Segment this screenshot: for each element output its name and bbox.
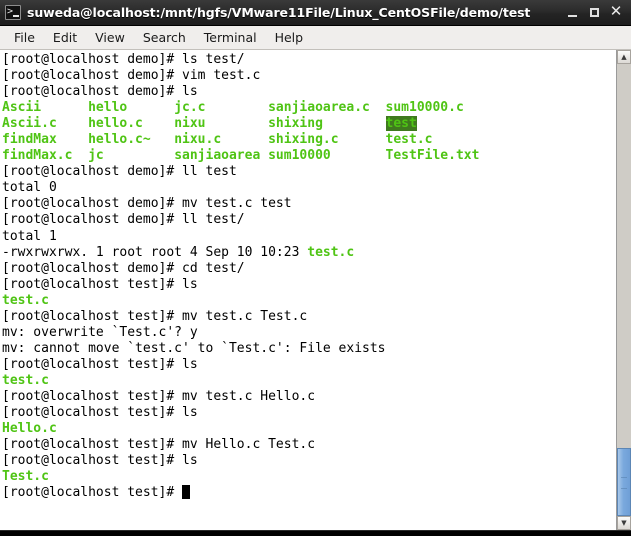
terminal-text: hello.c xyxy=(88,116,175,132)
terminal-text: [root@localhost demo]# mv test.c test xyxy=(2,196,292,212)
terminal-text: -rwxrwxrwx. 1 root root 4 Sep 10 10:23 xyxy=(2,244,308,260)
terminal-text: [root@localhost demo]# cd test/ xyxy=(2,260,245,276)
terminal-line: [root@localhost demo]# cd test/ xyxy=(2,261,616,277)
terminal-line: Hello.c xyxy=(2,421,616,437)
terminal-line: findMax.c jc sanjiaoarea sum10000 TestFi… xyxy=(2,148,616,164)
terminal-line: test.c xyxy=(2,373,616,389)
terminal-text: [root@localhost demo]# ll test/ xyxy=(2,212,245,228)
terminal-line: Ascii.c hello.c nixu shixing test xyxy=(2,116,616,132)
terminal-line: [root@localhost demo]# ls test/ xyxy=(2,52,616,68)
terminal-text: [root@localhost test]# mv test.c Hello.c xyxy=(2,388,316,404)
menu-item-help[interactable]: Help xyxy=(266,28,313,48)
terminal-line: [root@localhost demo]# vim test.c xyxy=(2,68,616,84)
terminal-line: -rwxrwxrwx. 1 root root 4 Sep 10 10:23 t… xyxy=(2,245,616,261)
terminal-text: sanjiaoarea.c xyxy=(268,100,386,116)
terminal-text: [root@localhost test]# mv Hello.c Test.c xyxy=(2,437,316,453)
maximize-button[interactable] xyxy=(583,2,605,24)
terminal-text: [root@localhost demo]# ll test xyxy=(2,164,237,180)
terminal-text: sum10000 xyxy=(268,148,386,164)
terminal-text: nixu.c xyxy=(174,132,269,148)
terminal-text: [root@localhost demo]# ls test/ xyxy=(2,52,245,67)
terminal-text: mv: overwrite `Test.c'? y xyxy=(2,324,198,340)
terminal-line: [root@localhost test]# mv test.c Hello.c xyxy=(2,389,616,405)
vertical-scrollbar[interactable]: ▲ ▼ xyxy=(616,50,631,530)
terminal-line: Test.c xyxy=(2,469,616,485)
menu-item-terminal[interactable]: Terminal xyxy=(195,28,266,48)
terminal-text: test.c xyxy=(2,372,49,388)
terminal-text: [root@localhost test]# ls xyxy=(2,276,198,292)
menu-item-search[interactable]: Search xyxy=(134,28,195,48)
terminal-line: [root@localhost test]# mv Hello.c Test.c xyxy=(2,437,616,453)
terminal-line: [root@localhost test]# mv test.c Test.c xyxy=(2,309,616,325)
menu-item-view[interactable]: View xyxy=(86,28,134,48)
terminal-line: [root@localhost test]# ls xyxy=(2,453,616,469)
terminal-line: total 1 xyxy=(2,229,616,245)
scroll-down-arrow-icon[interactable]: ▼ xyxy=(617,516,631,530)
window-title: suweda@localhost:/mnt/hgfs/VMware11File/… xyxy=(27,5,531,20)
minimize-button[interactable] xyxy=(561,2,583,24)
terminal-window: suweda@localhost:/mnt/hgfs/VMware11File/… xyxy=(0,0,631,536)
terminal-line: mv: overwrite `Test.c'? y xyxy=(2,325,616,341)
terminal-text: [root@localhost test]# ls xyxy=(2,405,198,421)
window-bottom-edge xyxy=(0,530,631,536)
scroll-up-arrow-icon[interactable]: ▲ xyxy=(617,50,631,64)
terminal-text: test.c xyxy=(2,292,49,308)
terminal-text: Ascii.c xyxy=(2,116,89,132)
terminal-text: sanjiaoarea xyxy=(174,148,269,164)
menu-bar: File Edit View Search Terminal Help xyxy=(0,26,631,50)
terminal-text: shixing.c xyxy=(268,132,386,148)
scrollbar-track[interactable] xyxy=(617,64,631,516)
terminal-line: total 0 xyxy=(2,180,616,196)
terminal-line: Ascii hello jc.c sanjiaoarea.c sum10000.… xyxy=(2,100,616,116)
terminal-text: Hello.c xyxy=(2,421,57,437)
menu-item-edit[interactable]: Edit xyxy=(44,28,86,48)
terminal-text: mv: cannot move `test.c' to `Test.c': Fi… xyxy=(2,340,386,356)
terminal-text: [root@localhost demo]# ls xyxy=(2,84,198,100)
terminal-text: hello xyxy=(88,100,175,116)
terminal-text: nixu xyxy=(174,116,269,132)
menu-item-file[interactable]: File xyxy=(5,28,44,48)
terminal-text: Test.c xyxy=(2,469,49,485)
terminal-text: findMax xyxy=(2,132,89,148)
terminal-line: [root@localhost demo]# ll test/ xyxy=(2,212,616,228)
terminal-text: sum10000.c xyxy=(385,100,464,116)
terminal-text: total 1 xyxy=(2,228,57,244)
terminal-icon xyxy=(5,4,21,20)
terminal-line: [root@localhost test]# ls xyxy=(2,357,616,373)
terminal-text: jc xyxy=(88,148,175,164)
terminal-text: findMax.c xyxy=(2,148,89,164)
terminal-line: [root@localhost demo]# ls xyxy=(2,84,616,100)
terminal-line: mv: cannot move `test.c' to `Test.c': Fi… xyxy=(2,341,616,357)
terminal-text: test.c xyxy=(385,132,433,148)
terminal-text: total 0 xyxy=(2,180,57,196)
terminal-text: hello.c~ xyxy=(88,132,175,148)
terminal-text: Ascii xyxy=(2,100,89,116)
terminal-line: [root@localhost test]# xyxy=(2,485,616,501)
terminal-output[interactable]: [root@localhost demo]# ls test/[root@loc… xyxy=(0,50,616,530)
terminal-area: [root@localhost demo]# ls test/[root@loc… xyxy=(0,50,631,530)
directory-entry-highlighted: test xyxy=(385,116,417,132)
close-button[interactable]: ✕ xyxy=(605,1,627,25)
terminal-text: shixing xyxy=(268,116,386,132)
terminal-text: [root@localhost demo]# vim test.c xyxy=(2,68,261,84)
terminal-line: [root@localhost test]# ls xyxy=(2,405,616,421)
terminal-text: [root@localhost test]# ls xyxy=(2,356,198,372)
terminal-text: jc.c xyxy=(174,100,269,116)
scrollbar-thumb[interactable] xyxy=(617,448,631,516)
terminal-line: findMax hello.c~ nixu.c shixing.c test.c xyxy=(2,132,616,148)
terminal-text: [root@localhost test]# xyxy=(2,485,183,501)
terminal-text: TestFile.txt xyxy=(385,148,480,164)
terminal-line: test.c xyxy=(2,293,616,309)
terminal-text: [root@localhost test]# mv test.c Test.c xyxy=(2,308,308,324)
title-bar[interactable]: suweda@localhost:/mnt/hgfs/VMware11File/… xyxy=(0,0,631,26)
terminal-text: test.c xyxy=(307,244,355,260)
terminal-line: [root@localhost demo]# ll test xyxy=(2,164,616,180)
terminal-line: [root@localhost demo]# mv test.c test xyxy=(2,196,616,212)
terminal-text: [root@localhost test]# ls xyxy=(2,453,198,469)
terminal-line: [root@localhost test]# ls xyxy=(2,277,616,293)
terminal-cursor xyxy=(182,485,191,500)
